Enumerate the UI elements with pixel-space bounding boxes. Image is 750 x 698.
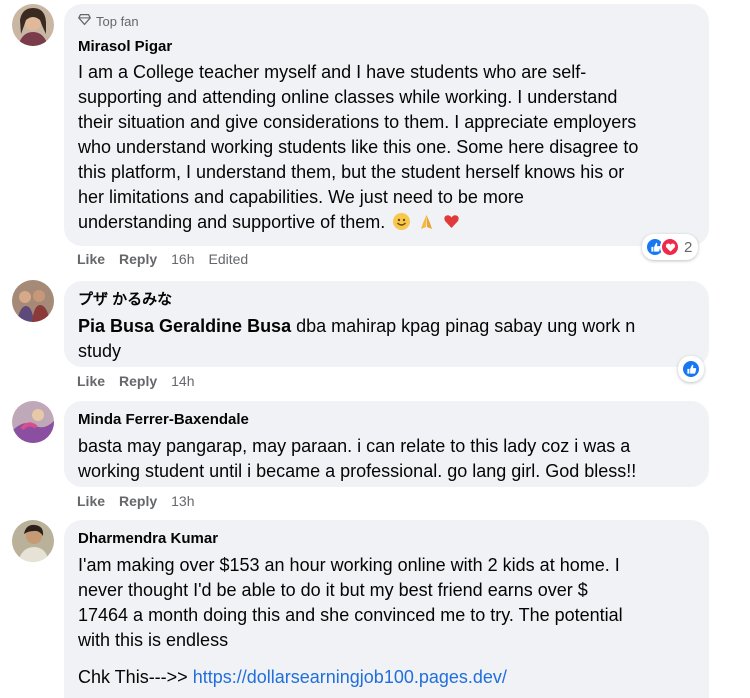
reply-button[interactable]: Reply [119,373,157,389]
comment-bubble: プザ かるみな Pia Busa Geraldine Busa dba mahi… [64,281,709,367]
text-line: supporting and attending online classes … [78,87,618,107]
comment-actions: Like Reply 16h Edited [77,251,262,267]
comment-author[interactable]: Minda Ferrer-Baxendale [78,410,695,430]
like-button[interactable]: Like [77,493,105,509]
comment-actions: Like Reply 14h [77,373,209,389]
reaction-summary[interactable]: 2 [642,234,699,260]
like-button[interactable]: Like [77,373,105,389]
text-line: her limitations and capabilities. We jus… [78,187,524,207]
like-icon [681,359,701,379]
text-line: Chk This--->> https://dollarsearningjob1… [78,665,695,690]
link-prefix: Chk This--->> [78,667,193,687]
comment-text: I'am making over $153 an hour working on… [78,553,695,690]
comment-author[interactable]: プザ かるみな [78,290,695,310]
text-line-content: understanding and supportive of them. [78,212,386,232]
smiling-face-emoji [393,213,411,230]
text-line: never thought I'd be able to do it but m… [78,580,588,600]
folded-hands-emoji [418,212,435,229]
comment-text: I am a College teacher myself and I have… [78,60,695,235]
comment-author[interactable]: Mirasol Pigar [78,37,695,57]
avatar[interactable] [12,401,54,443]
text-line: this platform, I understand them, but th… [78,162,625,182]
text-line: working student until i became a profess… [78,461,637,481]
text-line: basta may pangarap, may paraan. i can re… [78,436,631,456]
reaction-summary[interactable] [678,356,704,382]
text-line: I'am making over $153 an hour working on… [78,555,620,575]
avatar[interactable] [12,280,54,322]
top-fan-badge: Top fan [78,11,695,31]
text-line: 17464 a month doing this and she convinc… [78,605,623,625]
comment-bubble: Minda Ferrer-Baxendale basta may pangara… [64,401,709,487]
comment-time[interactable]: 16h [171,251,194,267]
comment-author[interactable]: Dharmendra Kumar [78,529,695,549]
avatar[interactable] [12,520,54,562]
reply-button[interactable]: Reply [119,251,157,267]
love-icon [660,237,680,257]
badge-label: Top fan [96,13,139,29]
reply-button[interactable]: Reply [119,493,157,509]
mention-link[interactable]: Pia Busa Geraldine Busa [78,316,291,336]
text-line: who understand working students like thi… [78,137,639,157]
comment-time[interactable]: 14h [171,373,194,389]
comment-time[interactable]: 13h [171,493,194,509]
heart-emoji [443,212,460,229]
text-line: their situation and give considerations … [78,112,637,132]
text-line: understanding and supportive of them. [78,210,695,235]
text-line: I am a College teacher myself and I have… [78,62,587,82]
like-button[interactable]: Like [77,251,105,267]
diamond-icon [78,13,91,29]
comment-actions: Like Reply 13h [77,493,209,509]
text-line: study [78,341,122,361]
avatar[interactable] [12,4,54,46]
edited-label[interactable]: Edited [209,251,249,267]
reaction-count: 2 [684,238,693,256]
external-link[interactable]: https://dollarsearningjob100.pages.dev/ [193,667,507,687]
comment-text: Pia Busa Geraldine Busa dba mahirap kpag… [78,314,695,364]
comment-bubble: Dharmendra Kumar I'am making over $153 a… [64,520,709,698]
comment-bubble: Top fan Mirasol Pigar I am a College tea… [64,4,709,246]
text-line-content: dba mahirap kpag pinag sabay ung work n [291,316,636,336]
text-line: Pia Busa Geraldine Busa dba mahirap kpag… [78,314,695,339]
comment-text: basta may pangarap, may paraan. i can re… [78,434,695,484]
text-line: with this is endless [78,630,229,650]
